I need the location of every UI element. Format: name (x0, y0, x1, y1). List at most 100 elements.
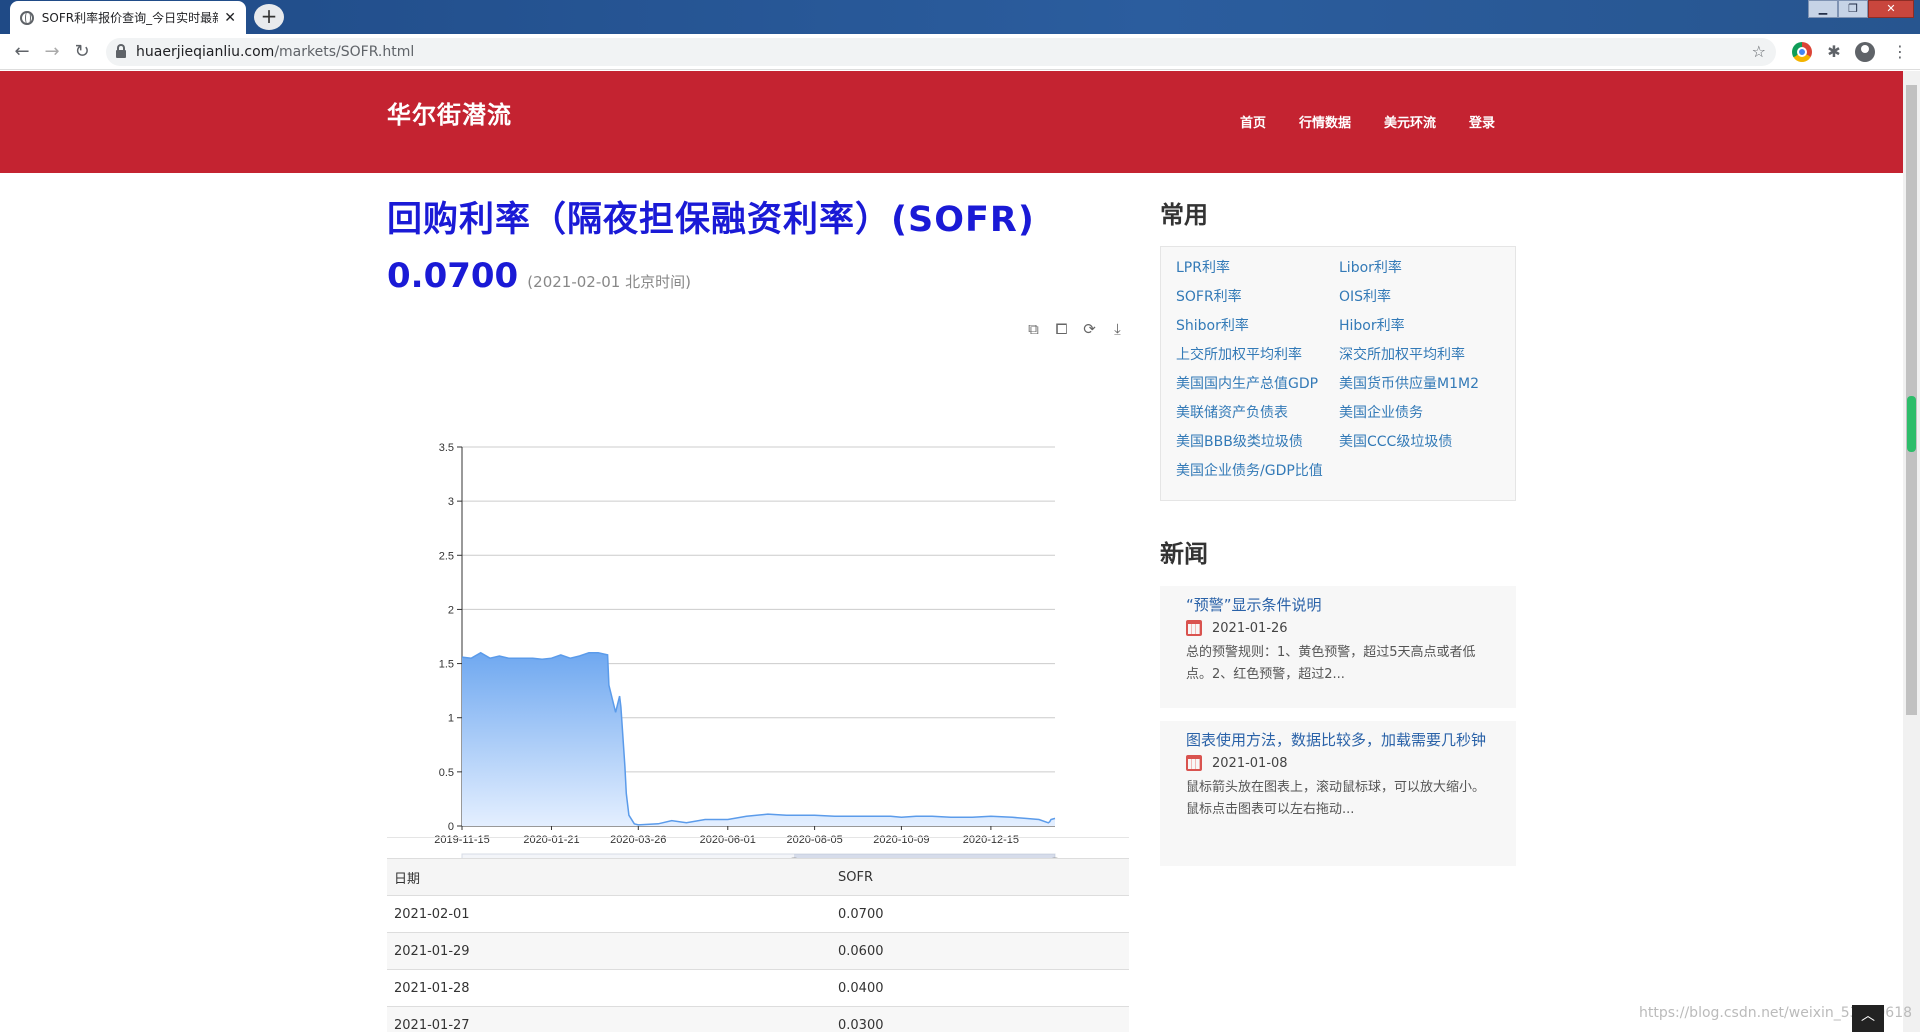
news-item[interactable]: 图表使用方法，数据比较多，加载需要几秒钟 2021-01-08 鼠标箭头放在图表… (1160, 721, 1516, 866)
top-nav: 首页 行情数据 美元环流 登录 (1240, 112, 1495, 131)
header-sofr: SOFR (831, 858, 1129, 896)
zoom-reset-icon[interactable]: ⧠ (1053, 321, 1070, 338)
x-tick-label: 2020-01-21 (523, 834, 579, 846)
forward-arrow-icon[interactable]: → (42, 42, 62, 62)
tab-close-icon[interactable]: ✕ (224, 10, 236, 26)
y-tick-label: 3.5 (439, 442, 454, 454)
address-bar[interactable]: huaerjieqianliu.com/markets/SOFR.html ☆ (106, 38, 1776, 66)
y-tick-label: 1.5 (439, 659, 454, 671)
link-us-ccc-junk[interactable]: 美国CCC级垃圾债 (1339, 433, 1502, 451)
sofr-chart[interactable]: 0 0.5 1 1.5 2 2.5 3 3.5 2019-11-15 2020-01-21 2020… (387, 361, 1129, 881)
lock-icon (116, 44, 126, 58)
nav-market-data[interactable]: 行情数据 (1299, 112, 1351, 131)
y-tick-label: 2 (448, 604, 454, 616)
y-tick-label: 1 (448, 713, 454, 725)
table-row: 2021-02-01 0.0700 (387, 895, 1129, 933)
x-tick-label: 2020-10-09 (873, 834, 929, 846)
rate-table: 日期 SOFR 2021-02-01 0.0700 2021-01-29 0.0… (387, 858, 1129, 1032)
link-sofr[interactable]: SOFR利率 (1176, 288, 1339, 306)
site-logo[interactable]: 华尔街潜流 (387, 95, 512, 130)
common-section-title: 常用 (1160, 201, 1208, 229)
news-date: 2021-01-26 (1186, 620, 1490, 636)
link-libor[interactable]: Libor利率 (1339, 259, 1502, 277)
calendar-icon (1186, 755, 1202, 771)
x-tick-label: 2020-06-01 (700, 834, 756, 846)
extensions-puzzle-icon[interactable]: ✱ (1824, 42, 1844, 62)
link-us-corp-debt[interactable]: 美国企业债务 (1339, 404, 1502, 422)
y-tick-label: 0.5 (439, 767, 454, 779)
x-tick-label: 2020-03-26 (610, 834, 666, 846)
nav-home[interactable]: 首页 (1240, 112, 1266, 131)
profile-avatar-icon[interactable] (1855, 42, 1875, 62)
link-sse-rate[interactable]: 上交所加权平均利率 (1176, 346, 1339, 364)
series-area (462, 652, 1055, 826)
tab-title: SOFR利率报价查询_今日实时最新 (41, 11, 219, 25)
link-ois[interactable]: OIS利率 (1339, 288, 1502, 306)
x-tick-label: 2020-12-15 (963, 834, 1019, 846)
x-tick-label: 2019-11-15 (434, 834, 489, 846)
table-row: 2021-01-27 0.0300 (387, 1006, 1129, 1032)
main-content: 回购利率（隔夜担保融资利率）(SOFR) 0.0700 (2021-02-01 … (387, 191, 1129, 296)
page-title: 回购利率（隔夜担保融资利率）(SOFR) (387, 200, 1035, 240)
scroll-indicator (1907, 396, 1916, 452)
y-tick-label: 3 (448, 496, 454, 508)
news-title[interactable]: 图表使用方法，数据比较多，加载需要几秒钟 (1186, 729, 1490, 751)
y-tick-label: 2.5 (439, 550, 454, 562)
back-arrow-icon[interactable]: ← (12, 42, 32, 62)
browser-tab[interactable]: SOFR利率报价查询_今日实时最新 ✕ (10, 1, 246, 34)
y-tick-label: 0 (448, 821, 454, 833)
link-us-bbb-junk[interactable]: 美国BBB级类垃圾债 (1176, 433, 1339, 451)
new-tab-button[interactable]: + (254, 4, 284, 30)
site-header: 华尔街潜流 首页 行情数据 美元环流 登录 (0, 71, 1903, 173)
back-to-top-button[interactable]: ︿ (1852, 1005, 1884, 1032)
table-row: 2021-01-29 0.0600 (387, 932, 1129, 970)
nav-dollar-cycle[interactable]: 美元环流 (1384, 112, 1436, 131)
link-us-m1m2[interactable]: 美国货币供应量M1M2 (1339, 375, 1502, 393)
link-szse-rate[interactable]: 深交所加权平均利率 (1339, 346, 1502, 364)
current-rate: 0.0700 (387, 256, 519, 296)
page-scrollbar[interactable] (1903, 71, 1920, 1032)
common-links: LPR利率 Libor利率 SOFR利率 OIS利率 Shibor利率 Hibo… (1176, 259, 1502, 480)
news-summary: 鼠标箭头放在图表上，滚动鼠标球，可以放大缩小。鼠标点击图表可以左右拖动... (1186, 780, 1486, 817)
cell-value: 0.0400 (831, 969, 1129, 1007)
link-us-gdp[interactable]: 美国国内生产总值GDP (1176, 375, 1339, 393)
rate-date: (2021-02-01 北京时间) (527, 273, 691, 291)
rate-line: 0.0700 (2021-02-01 北京时间) (387, 256, 1129, 296)
common-links-box: LPR利率 Libor利率 SOFR利率 OIS利率 Shibor利率 Hibo… (1160, 246, 1516, 501)
news-date: 2021-01-08 (1186, 755, 1490, 771)
restore-icon[interactable]: ⟳ (1081, 321, 1098, 338)
browser-toolbar: ← → ↻ huaerjieqianliu.com/markets/SOFR.h… (0, 34, 1920, 70)
cell-date: 2021-01-27 (387, 1006, 831, 1032)
link-hibor[interactable]: Hibor利率 (1339, 317, 1502, 335)
link-corp-debt-gdp[interactable]: 美国企业债务/GDP比值 (1176, 462, 1339, 480)
download-icon[interactable]: ⤓ (1109, 321, 1126, 338)
link-lpr[interactable]: LPR利率 (1176, 259, 1339, 277)
window-close-button[interactable]: ✕ (1868, 0, 1914, 18)
table-row: 2021-01-28 0.0400 (387, 969, 1129, 1007)
reload-icon[interactable]: ↻ (72, 42, 92, 62)
minimize-button[interactable]: ▁ (1808, 0, 1838, 18)
nav-login[interactable]: 登录 (1469, 112, 1495, 131)
globe-icon (20, 10, 34, 25)
restore-button[interactable]: ❐ (1838, 0, 1868, 18)
cell-date: 2021-01-29 (387, 932, 831, 970)
chrome-extension-icon[interactable] (1792, 42, 1812, 62)
zoom-select-icon[interactable]: ⧉ (1025, 321, 1042, 338)
link-shibor[interactable]: Shibor利率 (1176, 317, 1339, 335)
divider (387, 837, 1129, 838)
news-title[interactable]: “预警”显示条件说明 (1186, 594, 1490, 616)
kebab-menu-icon[interactable]: ⋮ (1890, 42, 1910, 62)
cell-date: 2021-01-28 (387, 969, 831, 1007)
news-item[interactable]: “预警”显示条件说明 2021-01-26 总的预警规则：1、黄色预警，超过5天… (1160, 586, 1516, 708)
cell-value: 0.0600 (831, 932, 1129, 970)
web-page: 华尔街潜流 首页 行情数据 美元环流 登录 回购利率（隔夜担保融资利率）(SOF… (0, 71, 1903, 1032)
url-text: huaerjieqianliu.com/markets/SOFR.html (136, 44, 415, 60)
link-fed-balance-sheet[interactable]: 美联储资产负债表 (1176, 404, 1339, 422)
cell-value: 0.0300 (831, 1006, 1129, 1032)
cell-value: 0.0700 (831, 895, 1129, 933)
bookmark-star-icon[interactable]: ☆ (1752, 42, 1766, 61)
header-date: 日期 (387, 858, 831, 896)
chart-toolbox: ⧉ ⧠ ⟳ ⤓ (1025, 321, 1126, 338)
cell-date: 2021-02-01 (387, 895, 831, 933)
calendar-icon (1186, 620, 1202, 636)
